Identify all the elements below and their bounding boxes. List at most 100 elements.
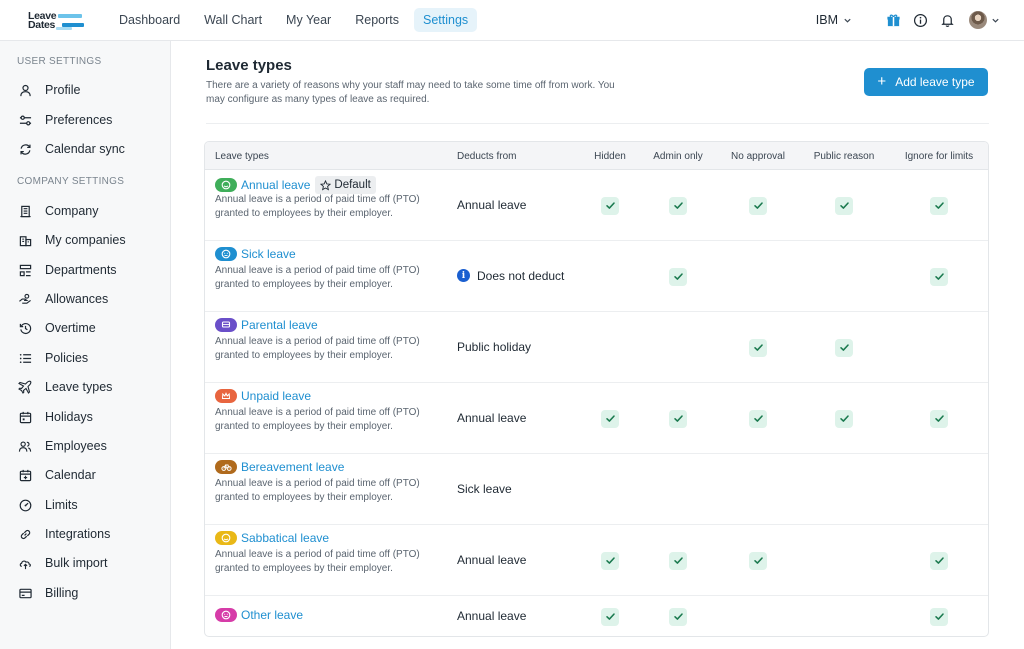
nav-reports[interactable]: Reports [346, 8, 408, 32]
chevron-down-icon [844, 18, 851, 23]
add-leave-type-label: Add leave type [895, 75, 975, 89]
app-logo[interactable]: Leave Dates [28, 10, 88, 32]
deducts-from-cell: Annual leave [457, 553, 526, 567]
sidebar-item-holidays[interactable]: Holidays [18, 407, 93, 427]
top-bar: Leave Dates Dashboard Wall Chart My Year… [0, 0, 1024, 41]
face-icon [215, 608, 237, 622]
table-row[interactable]: Sick leave Annual leave is a period of pa… [205, 241, 988, 312]
page-description: There are a variety of reasons why your … [206, 80, 615, 105]
deducts-from-value: Does not deduct [477, 268, 565, 283]
table-row[interactable]: Parental leave Annual leave is a period o… [205, 312, 988, 383]
bike-icon [215, 460, 237, 474]
nav-my-year[interactable]: My Year [277, 8, 340, 32]
sidebar-item-leave-types[interactable]: Leave types [18, 377, 112, 397]
logo-text-dates: Dates [28, 19, 56, 31]
nav-dashboard[interactable]: Dashboard [110, 8, 189, 32]
user-menu[interactable] [969, 11, 1000, 29]
deducts-from-value: Annual leave [457, 608, 527, 623]
leave-type-name-link[interactable]: Annual leave [241, 178, 310, 192]
company-settings-heading: COMPANY SETTINGS [17, 176, 125, 187]
col-ignore-for-limits: Ignore for limits [904, 151, 974, 162]
check-icon [835, 338, 853, 357]
smile-icon [215, 178, 237, 192]
deducts-from-cell: Public holiday [457, 340, 531, 354]
nav-wall-chart[interactable]: Wall Chart [195, 8, 271, 32]
sidebar-item-label: Integrations [45, 527, 111, 541]
person-icon [18, 83, 32, 97]
gift-icon[interactable] [885, 12, 901, 28]
add-leave-type-button[interactable]: + Add leave type [864, 68, 988, 96]
check-icon [930, 267, 948, 286]
sidebar-item-label: Leave types [45, 380, 113, 394]
calendar-plus-icon [18, 468, 32, 482]
check-icon [669, 267, 687, 286]
upload-icon [18, 556, 32, 570]
sidebar-item-label: Bulk import [45, 556, 108, 570]
check-icon [669, 196, 687, 215]
leave-types-table: Leave types Deducts from Hidden Admin on… [204, 141, 989, 637]
bell-icon[interactable] [939, 12, 955, 28]
smile-icon [215, 531, 237, 545]
sidebar-item-label: Overtime [45, 321, 96, 335]
check-icon [749, 409, 767, 428]
gauge-icon [18, 498, 32, 512]
sidebar-item-policies[interactable]: Policies [18, 348, 88, 368]
leave-type-name-link[interactable]: Bereavement leave [241, 460, 344, 474]
sidebar-item-overtime[interactable]: Overtime [18, 318, 96, 338]
info-icon[interactable] [912, 12, 928, 28]
sidebar-item-limits[interactable]: Limits [18, 495, 78, 515]
leave-type-name-link[interactable]: Other leave [241, 608, 303, 622]
check-icon [930, 196, 948, 215]
sidebar-item-billing[interactable]: Billing [18, 583, 78, 603]
leave-type-description: Annual leave is a period of paid time of… [215, 549, 420, 575]
sidebar-item-departments[interactable]: Departments [18, 260, 117, 280]
leave-type-name-link[interactable]: Unpaid leave [241, 389, 311, 403]
clock-rewind-icon [18, 321, 32, 335]
sidebar-item-bulk-import[interactable]: Bulk import [18, 553, 108, 573]
sidebar-item-allowances[interactable]: Allowances [18, 289, 108, 309]
list-icon [18, 351, 32, 365]
sidebar-item-preferences[interactable]: Preferences [18, 110, 112, 130]
col-admin-only: Admin only [653, 151, 703, 162]
sidebar-item-calendar-sync[interactable]: Calendar sync [18, 139, 125, 159]
leave-type-header: Unpaid leave [215, 389, 311, 403]
nav-settings[interactable]: Settings [414, 8, 478, 32]
leave-type-header: Sabbatical leave [215, 531, 329, 545]
col-leave-types: Leave types [215, 151, 269, 162]
leave-type-name-link[interactable]: Sabbatical leave [241, 531, 329, 545]
sidebar-item-label: Company [45, 204, 99, 218]
table-row[interactable]: Sabbatical leave Annual leave is a period… [205, 525, 988, 596]
org-switcher[interactable]: IBM [816, 13, 852, 27]
settings-sidebar: USER SETTINGS Profile Preferences Calend… [0, 41, 171, 649]
check-icon [930, 551, 948, 570]
face-icon [215, 247, 237, 261]
leave-type-description: Annual leave is a period of paid time of… [215, 478, 420, 504]
check-icon [601, 409, 619, 428]
check-icon [835, 196, 853, 215]
sidebar-item-integrations[interactable]: Integrations [18, 524, 110, 544]
leave-type-header: Parental leave [215, 318, 318, 332]
divider [206, 123, 989, 124]
sidebar-item-employees[interactable]: Employees [18, 436, 107, 456]
deducts-from-cell: Annual leave [457, 609, 526, 623]
building-icon [18, 204, 32, 218]
sidebar-item-company[interactable]: Company [18, 201, 99, 221]
table-row[interactable]: Other leave Annual leave [205, 596, 988, 636]
sidebar-item-my-companies[interactable]: My companies [18, 230, 126, 250]
sidebar-item-profile[interactable]: Profile [18, 80, 80, 100]
page-title: Leave types [206, 57, 292, 74]
sidebar-item-label: Employees [45, 439, 107, 453]
leave-type-name-link[interactable]: Parental leave [241, 318, 318, 332]
sidebar-item-label: Departments [45, 263, 117, 277]
check-icon [749, 338, 767, 357]
leave-type-header: Annual leave Default [215, 176, 376, 194]
sidebar-item-calendar[interactable]: Calendar [18, 465, 96, 485]
leave-type-name-link[interactable]: Sick leave [241, 247, 296, 261]
check-icon [669, 607, 687, 626]
table-row[interactable]: Annual leave Default Annual leave is a per… [205, 170, 988, 241]
table-row[interactable]: Bereavement leave Annual leave is a perio… [205, 454, 988, 525]
leave-type-header: Bereavement leave [215, 460, 344, 474]
table-row[interactable]: Unpaid leave Annual leave is a period of … [205, 383, 988, 454]
deducts-from-value: Annual leave [457, 552, 527, 567]
deducts-from-cell: Sick leave [457, 482, 512, 496]
